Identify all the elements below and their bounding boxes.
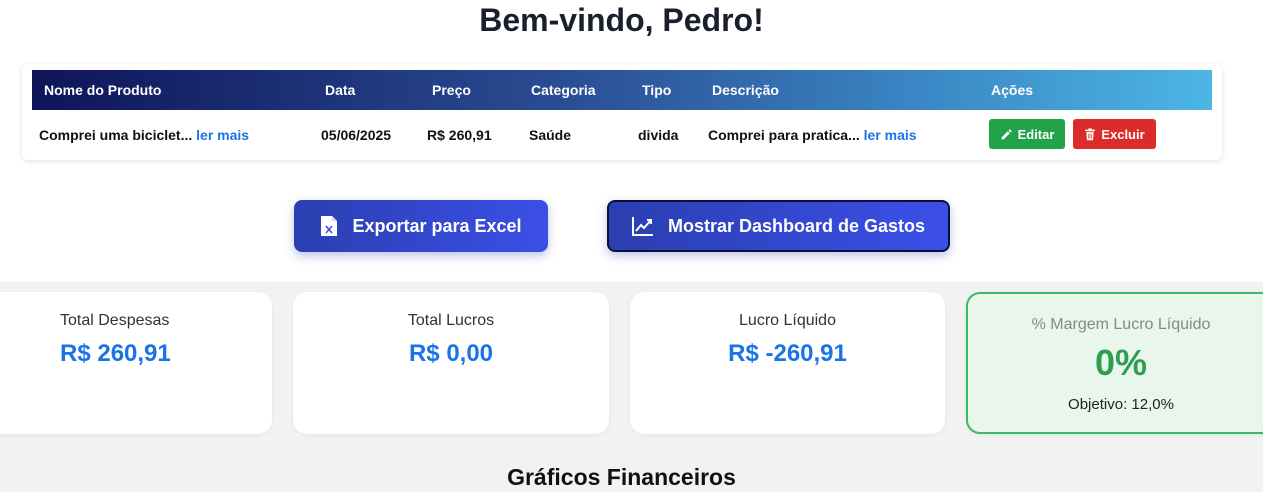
total-expenses-card: Total Despesas R$ 260,91 bbox=[0, 292, 272, 434]
edit-button[interactable]: Editar bbox=[989, 119, 1065, 149]
net-margin-label: % Margem Lucro Líquido bbox=[1031, 316, 1211, 333]
column-header-type: Tipo bbox=[642, 82, 672, 98]
table-header: Nome do Produto Data Preço Categoria Tip… bbox=[32, 70, 1212, 110]
column-header-actions: Ações bbox=[991, 82, 1034, 98]
cell-product: Comprei uma biciclet... ler mais bbox=[39, 127, 249, 143]
net-margin-value: 0% bbox=[1094, 342, 1148, 383]
trash-icon bbox=[1084, 127, 1096, 141]
description-read-more-link[interactable]: ler mais bbox=[864, 127, 917, 143]
chart-line-icon bbox=[631, 216, 654, 236]
net-profit-card: Lucro Líquido R$ -260,91 bbox=[630, 292, 945, 434]
excel-file-icon bbox=[320, 215, 338, 237]
cell-description: Comprei para pratica... ler mais bbox=[708, 127, 917, 143]
column-header-category: Categoria bbox=[531, 82, 596, 98]
product-read-more-link[interactable]: ler mais bbox=[196, 127, 249, 143]
column-header-date: Data bbox=[325, 82, 356, 98]
total-profits-value: R$ 0,00 bbox=[408, 340, 494, 367]
net-margin-goal: Objetivo: 12,0% bbox=[1068, 396, 1174, 413]
cell-date: 05/06/2025 bbox=[321, 127, 392, 143]
table-row: Comprei uma biciclet... ler mais 05/06/2… bbox=[32, 110, 1212, 158]
top-area: Bem-vindo, Pedro! Nome do Produto Data P… bbox=[0, 0, 1263, 282]
expenses-table: Nome do Produto Data Preço Categoria Tip… bbox=[22, 64, 1222, 160]
delete-button[interactable]: Excluir bbox=[1073, 119, 1156, 149]
net-profit-label: Lucro Líquido bbox=[739, 312, 836, 329]
product-text: Comprei uma biciclet... bbox=[39, 127, 193, 143]
description-text: Comprei para pratica... bbox=[708, 127, 860, 143]
export-label: Exportar para Excel bbox=[352, 215, 522, 236]
net-margin-card: % Margem Lucro Líquido 0% Objetivo: 12,0… bbox=[966, 292, 1263, 434]
column-header-product: Nome do Produto bbox=[44, 82, 162, 98]
column-header-description: Descrição bbox=[712, 82, 779, 98]
show-dashboard-button[interactable]: Mostrar Dashboard de Gastos bbox=[607, 200, 950, 252]
cell-price: R$ 260,91 bbox=[427, 127, 492, 143]
pencil-icon bbox=[1000, 128, 1013, 141]
total-profits-label: Total Lucros bbox=[407, 312, 495, 329]
net-profit-value: R$ -260,91 bbox=[728, 340, 847, 367]
dashboard-label: Mostrar Dashboard de Gastos bbox=[667, 215, 926, 236]
cell-type: divida bbox=[638, 127, 679, 143]
financial-charts-heading: Gráficos Financeiros bbox=[507, 464, 736, 490]
welcome-heading: Bem-vindo, Pedro! bbox=[479, 2, 764, 38]
cell-category: Saúde bbox=[529, 127, 572, 143]
export-excel-button[interactable]: Exportar para Excel bbox=[294, 200, 548, 252]
total-profits-card: Total Lucros R$ 0,00 bbox=[293, 292, 609, 434]
delete-label: Excluir bbox=[1101, 126, 1145, 142]
edit-label: Editar bbox=[1017, 126, 1055, 142]
column-header-price: Preço bbox=[432, 82, 471, 98]
